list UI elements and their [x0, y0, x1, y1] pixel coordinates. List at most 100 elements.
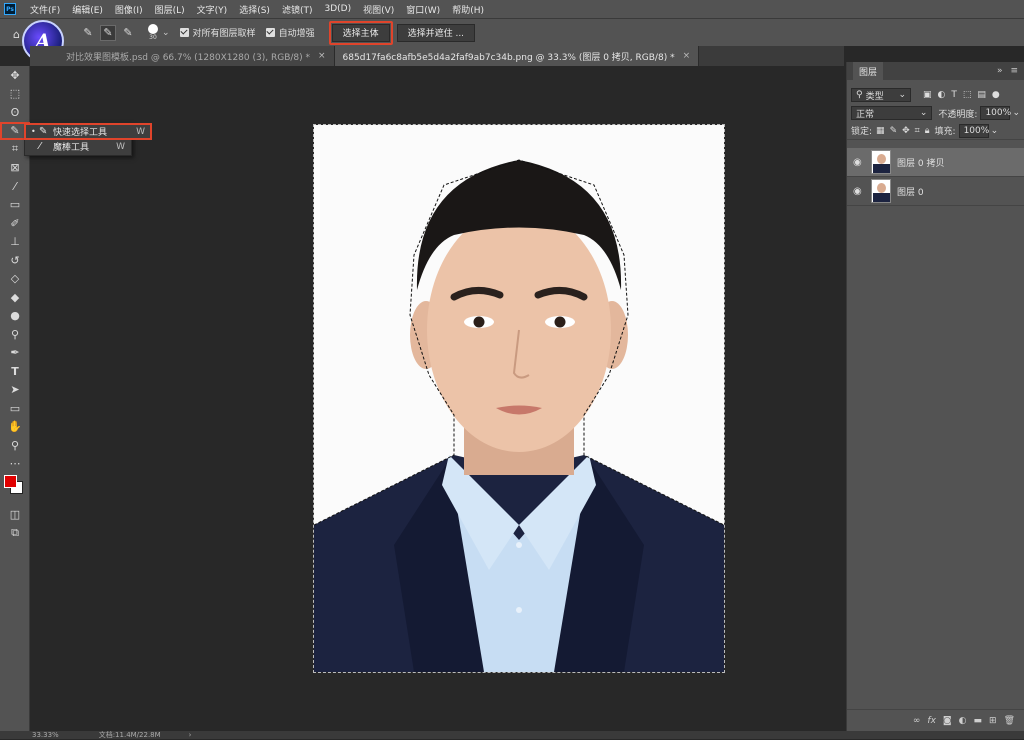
- chevron-down-icon[interactable]: ⌄: [162, 28, 170, 38]
- chevron-down-icon[interactable]: ⌄: [1012, 108, 1020, 118]
- sample-all-layers-checkbox[interactable]: 对所有图层取样: [179, 26, 256, 39]
- flyout-item-label: 魔棒工具: [53, 143, 90, 153]
- layer-name: 图层 0: [897, 187, 924, 198]
- flyout-item-magic-wand[interactable]: ⁄ 魔棒工具 W: [25, 139, 131, 154]
- shortcut-key: W: [136, 126, 145, 137]
- close-icon[interactable]: ×: [683, 51, 691, 61]
- opacity-label: 不透明度:: [938, 109, 978, 120]
- add-selection-brush-icon[interactable]: ✎: [100, 24, 116, 41]
- fill-input[interactable]: 100%: [958, 123, 990, 138]
- more-tools-icon[interactable]: ⋯: [0, 455, 30, 474]
- menu-window[interactable]: 窗口(W): [400, 3, 446, 16]
- blend-mode-select[interactable]: 正常 ⌄: [851, 106, 933, 120]
- marquee-tool-icon[interactable]: ⬚: [0, 85, 30, 104]
- paint-bucket-tool-icon[interactable]: ◆: [0, 288, 30, 307]
- shortcut-key: W: [116, 141, 125, 152]
- filter-toggle-icon[interactable]: ●: [992, 90, 1000, 100]
- quick-selection-tool-icon: ✎: [39, 126, 48, 137]
- add-mask-icon[interactable]: ◙: [943, 716, 952, 726]
- menu-edit[interactable]: 编辑(E): [66, 3, 109, 16]
- type-tool-icon[interactable]: T: [0, 362, 30, 381]
- link-layers-icon[interactable]: ∞: [913, 716, 921, 726]
- flyout-item-quick-selection[interactable]: • ✎ 快速选择工具 W: [24, 123, 152, 140]
- brush-tool-icon[interactable]: ✐: [0, 214, 30, 233]
- lock-transparent-icon[interactable]: ▦: [876, 126, 885, 136]
- new-group-icon[interactable]: ▬: [974, 716, 983, 726]
- zoom-tool-icon[interactable]: ⚲: [0, 436, 30, 455]
- layers-tab[interactable]: 图层: [853, 62, 884, 80]
- lock-artboard-icon[interactable]: ⌗: [915, 126, 920, 136]
- opacity-input[interactable]: 100%: [980, 106, 1011, 120]
- hand-tool-icon[interactable]: ✋: [0, 418, 30, 437]
- tool-flyout-menu: • ✎ 快速选择工具 W ⁄ 魔棒工具 W: [24, 123, 152, 156]
- zoom-level[interactable]: 33.33%: [32, 731, 59, 739]
- panel-menu-icon[interactable]: ≡: [1010, 66, 1018, 76]
- menu-filter[interactable]: 滤镜(T): [276, 3, 319, 16]
- layer-row[interactable]: ◉ 图层 0: [847, 177, 1024, 206]
- new-layer-icon[interactable]: ⊞: [989, 716, 997, 726]
- menu-layer[interactable]: 图层(L): [149, 3, 191, 16]
- trash-icon[interactable]: 🗑︎: [1004, 716, 1015, 726]
- chevron-down-icon[interactable]: ⌄: [991, 126, 999, 136]
- dodge-tool-icon[interactable]: ⚲: [0, 325, 30, 344]
- new-selection-brush-icon[interactable]: ✎: [80, 25, 96, 41]
- collapse-panel-icon[interactable]: »: [997, 66, 1003, 76]
- tab-label: 对比效果图模板.psd @ 66.7% (1280X1280 (3), RGB/…: [66, 52, 310, 63]
- close-icon[interactable]: ×: [318, 51, 326, 61]
- tab-template-psd[interactable]: 对比效果图模板.psd @ 66.7% (1280X1280 (3), RGB/…: [30, 46, 335, 66]
- select-subject-button[interactable]: 选择主体: [331, 23, 390, 42]
- layer-filter-row: ⚲ 类型 ⌄ ▣ ◐ T ⬚ ▤ ●: [847, 86, 1024, 104]
- layer-style-icon[interactable]: fx: [927, 716, 936, 726]
- lock-position-icon[interactable]: ✥: [902, 126, 910, 136]
- chevron-right-icon[interactable]: ›: [189, 731, 192, 739]
- path-selection-tool-icon[interactable]: ➤: [0, 381, 30, 400]
- eraser-tool-icon[interactable]: ◇: [0, 270, 30, 289]
- lock-image-icon[interactable]: ✎: [890, 126, 898, 136]
- clone-stamp-tool-icon[interactable]: ⊥: [0, 233, 30, 252]
- brush-size-picker[interactable]: 30: [148, 24, 158, 41]
- auto-enhance-checkbox[interactable]: 自动增强: [265, 26, 315, 39]
- smart-object-filter-icon[interactable]: ▤: [977, 90, 986, 100]
- shape-filter-icon[interactable]: ⬚: [963, 90, 972, 100]
- eye-icon[interactable]: ◉: [853, 186, 867, 197]
- move-tool-icon[interactable]: ✥: [0, 66, 30, 85]
- healing-brush-tool-icon[interactable]: ▭: [0, 196, 30, 215]
- subtract-selection-brush-icon[interactable]: ✎: [120, 25, 136, 41]
- menu-image[interactable]: 图像(I): [109, 3, 149, 16]
- screen-mode-icon[interactable]: ⧉: [0, 524, 30, 543]
- menu-select[interactable]: 选择(S): [233, 3, 276, 16]
- color-swatches: [0, 473, 29, 499]
- lasso-tool-icon[interactable]: ʘ: [0, 103, 30, 122]
- layer-row[interactable]: ◉ 图层 0 拷贝: [847, 148, 1024, 177]
- pixel-filter-icon[interactable]: ▣: [923, 90, 932, 100]
- blur-tool-icon[interactable]: ●: [0, 307, 30, 326]
- pen-tool-icon[interactable]: ✒: [0, 344, 30, 363]
- lock-all-icon[interactable]: 🔒︎: [925, 126, 930, 136]
- menu-3d[interactable]: 3D(D): [318, 4, 357, 14]
- options-bar: ✎ ✎ ✎ 30 ⌄ 对所有图层取样 自动增强 选择主体 选择并遮住 ...: [0, 18, 1024, 46]
- tab-current-png[interactable]: 685d17fa6c8afb5e5d4a2faf9ab7c34b.png @ 3…: [334, 46, 700, 66]
- adjustment-filter-icon[interactable]: ◐: [938, 90, 946, 100]
- layer-name: 图层 0 拷贝: [897, 158, 945, 169]
- home-icon[interactable]: ⌂: [13, 28, 20, 41]
- type-filter-icon[interactable]: T: [951, 90, 957, 100]
- select-and-mask-button[interactable]: 选择并遮住 ...: [396, 23, 476, 42]
- new-adjustment-icon[interactable]: ◐: [959, 716, 967, 726]
- history-brush-tool-icon[interactable]: ↺: [0, 251, 30, 270]
- auto-enhance-label: 自动增强: [278, 29, 315, 39]
- blend-mode-value: 正常: [856, 109, 875, 120]
- layer-filter-select[interactable]: ⚲ 类型 ⌄: [851, 88, 911, 102]
- frame-tool-icon[interactable]: ⊠: [0, 159, 30, 178]
- fill-value: 100%: [963, 125, 990, 136]
- menu-type[interactable]: 文字(Y): [191, 3, 234, 16]
- rectangle-tool-icon[interactable]: ▭: [0, 399, 30, 418]
- eye-icon[interactable]: ◉: [853, 157, 867, 168]
- menu-file[interactable]: 文件(F): [24, 3, 66, 16]
- quick-mask-icon[interactable]: ◫: [0, 505, 30, 524]
- menu-view[interactable]: 视图(V): [357, 3, 400, 16]
- menu-help[interactable]: 帮助(H): [446, 3, 490, 16]
- checkbox-checked-icon: [179, 28, 189, 37]
- foreground-color-swatch[interactable]: [4, 475, 17, 488]
- document-image[interactable]: [313, 124, 725, 673]
- eyedropper-tool-icon[interactable]: ⁄: [0, 177, 30, 196]
